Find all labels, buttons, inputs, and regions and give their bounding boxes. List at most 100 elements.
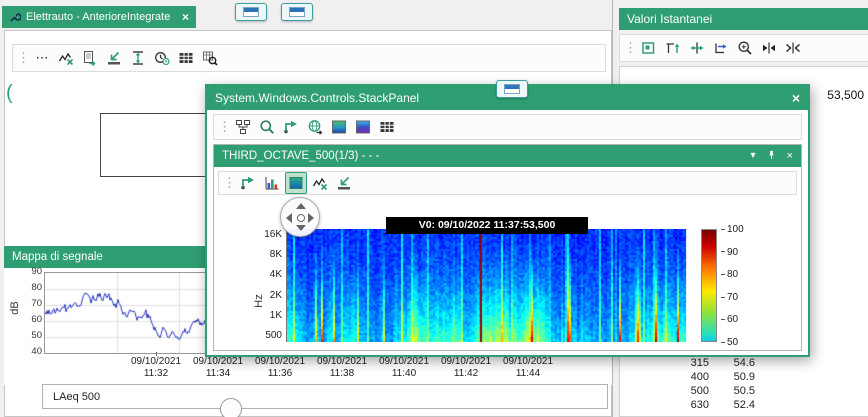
grip-handle[interactable]: ⋮: [17, 50, 27, 66]
axis-tick-label: 16K: [264, 229, 282, 241]
spectrogram-view-icon[interactable]: [285, 172, 307, 194]
pan-left-arrow[interactable]: [286, 213, 292, 223]
spectrogram-panel-header[interactable]: THIRD_OCTAVE_500(1/3) - - - ▾ ×: [214, 145, 801, 167]
dock-indicator-button[interactable]: [496, 80, 528, 98]
valori-toolbar: ⋮: [619, 34, 868, 62]
x-axis-tick-label: 09/10/202111:38: [311, 356, 373, 380]
grip-handle[interactable]: ⋮: [223, 175, 233, 191]
x-axis-tick-label: 09/10/202111:32: [125, 356, 187, 380]
axis-tick-label: 100: [721, 224, 744, 235]
window-toolbar: ⋮: [213, 114, 802, 140]
axis-right-icon[interactable]: [710, 37, 732, 59]
mappa-title: Mappa di segnale: [12, 251, 103, 263]
chart-cursor-icon[interactable]: [55, 47, 77, 69]
axis-tick-label: 90: [31, 267, 42, 277]
data-table-icon[interactable]: [175, 47, 197, 69]
frequency-cell: 500: [613, 384, 709, 398]
import-data-icon[interactable]: [333, 172, 355, 194]
cursor-tooltip: V0: 09/10/2022 11:37:53,500: [386, 217, 588, 234]
layout-icon[interactable]: [232, 116, 254, 138]
time-history-icon[interactable]: [151, 47, 173, 69]
axis-tick-label: 40: [31, 347, 42, 357]
valori-title: Valori Istantanei: [627, 12, 712, 26]
timestamp-value: 53,500: [827, 88, 864, 102]
selection-mark: (: [6, 82, 13, 105]
zoom-grid-icon[interactable]: [199, 47, 221, 69]
axis-tick-label: 4K: [270, 269, 282, 281]
axis-tick-label: 2K: [270, 290, 282, 302]
data-table-icon[interactable]: [376, 116, 398, 138]
collapse-x-icon[interactable]: [782, 37, 804, 59]
x-axis-tick-label: 09/10/202111:34: [187, 356, 249, 380]
pan-right-arrow[interactable]: [308, 213, 314, 223]
axis-tick-label: 70: [721, 292, 738, 303]
expand-x-icon[interactable]: [758, 37, 780, 59]
zoom-in-icon[interactable]: [734, 37, 756, 59]
window-close-button[interactable]: ×: [792, 90, 800, 106]
frequency-cell: 630: [613, 398, 709, 412]
window-title: System.Windows.Controls.StackPanel: [215, 91, 419, 105]
spectrogram-toolbar: ⋮: [218, 171, 797, 195]
pan-up-arrow[interactable]: [296, 203, 306, 209]
frequency-cell: 315: [613, 356, 709, 370]
wrench-icon: [9, 11, 21, 23]
value-cell: 54.6: [709, 356, 755, 370]
spectrogram-a-icon[interactable]: [328, 116, 350, 138]
pan-control[interactable]: [280, 197, 320, 237]
import-data-icon[interactable]: [103, 47, 125, 69]
axis-fit-icon[interactable]: [686, 37, 708, 59]
report-export-icon[interactable]: [79, 47, 101, 69]
values-table: 31554.640050.950050.563052.4: [613, 356, 863, 412]
table-row[interactable]: 63052.4: [613, 398, 863, 412]
display-box-icon[interactable]: [638, 37, 660, 59]
document-tab[interactable]: Elettrauto - AnterioreIntegrate ×: [2, 6, 196, 28]
colorbar: [701, 229, 717, 342]
pin-icon[interactable]: [766, 149, 777, 164]
fit-vertical-icon[interactable]: [127, 47, 149, 69]
table-row[interactable]: 31554.6: [613, 356, 863, 370]
stackpanel-window[interactable]: System.Windows.Controls.StackPanel × ⋮ T…: [205, 84, 810, 357]
spectrogram-b-icon[interactable]: [352, 116, 374, 138]
document-tab-label: Elettrauto - AnterioreIntegrate: [26, 11, 170, 23]
axis-tick-label: 500: [265, 330, 282, 342]
freq-axis: 16K8K4K2K1K500: [234, 145, 282, 350]
main-toolbar: ⋮⋯: [12, 44, 606, 72]
axis-tick-label: 1K: [270, 310, 282, 322]
dock-window-icon: [243, 7, 259, 17]
x-axis-tick-label: 09/10/202111:42: [435, 356, 497, 380]
axis-tick-label: 70: [31, 299, 42, 309]
x-axis-tick-label: 09/10/202111:40: [373, 356, 435, 380]
chart-cursor-icon[interactable]: [309, 172, 331, 194]
grip-handle[interactable]: ⋮: [624, 40, 634, 56]
grip-handle[interactable]: ⋮: [218, 119, 228, 135]
route-icon[interactable]: [280, 116, 302, 138]
legend-row[interactable]: LAeq 500: [42, 384, 608, 409]
nav-pad-partial[interactable]: [220, 398, 242, 417]
dock-indicator-button[interactable]: [235, 3, 267, 21]
axis-left-icon[interactable]: [662, 37, 684, 59]
spectrogram-plot[interactable]: [286, 229, 692, 342]
y-axis: 908070605040: [16, 268, 42, 385]
more-button[interactable]: ⋯: [31, 47, 53, 69]
valori-panel-header[interactable]: Valori Istantanei: [619, 8, 868, 30]
frequency-cell: 400: [613, 370, 709, 384]
value-cell: 50.5: [709, 384, 755, 398]
spectrogram-panel: THIRD_OCTAVE_500(1/3) - - - ▾ × ⋮ V0: 09…: [213, 144, 802, 351]
x-axis-tick-label: 09/10/202111:44: [497, 356, 559, 380]
dock-indicator-button[interactable]: [281, 3, 313, 21]
globe-export-icon[interactable]: [304, 116, 326, 138]
value-cell: 50.9: [709, 370, 755, 384]
dock-window-icon: [289, 7, 305, 17]
pan-down-arrow[interactable]: [296, 225, 306, 231]
value-cell: 52.4: [709, 398, 755, 412]
axis-tick-label: 80: [31, 283, 42, 293]
pan-center-dot[interactable]: [297, 214, 305, 222]
x-axis: 09/10/202111:3209/10/202111:34 09/10/2021…: [44, 356, 564, 384]
tab-close-button[interactable]: ×: [182, 10, 189, 24]
axis-tick-label: 90: [721, 247, 738, 258]
axis-tick-label: 50: [721, 337, 738, 348]
zoom-selection-icon[interactable]: [256, 116, 278, 138]
panel-close-button[interactable]: ×: [787, 151, 793, 162]
table-row[interactable]: 50050.5: [613, 384, 863, 398]
table-row[interactable]: 40050.9: [613, 370, 863, 384]
